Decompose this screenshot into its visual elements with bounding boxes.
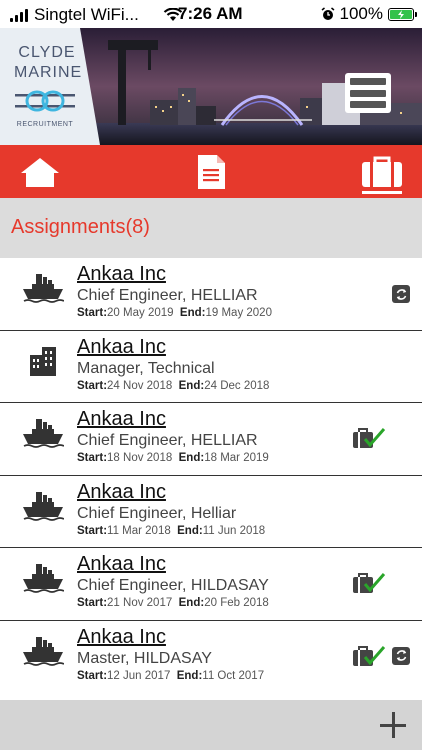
home-icon [21,157,59,187]
building-icon [22,345,64,377]
briefcase-icon [362,156,402,187]
company-link[interactable]: Ankaa Inc [77,626,166,649]
battery-icon [388,7,417,21]
end-label: End: [178,379,205,392]
start-date: 12 Jun 2017 [107,669,171,682]
start-label: Start: [77,597,108,609]
page-title: Assignments(8) [11,216,150,238]
end-date: 11 Oct 2017 [202,669,265,682]
assignment-dates: Start:18 Nov 2018 End:18 Mar 2019 [77,452,269,464]
assignment-role: Chief Engineer, HELLIAR [77,287,258,304]
start-label: Start: [77,524,108,537]
company-link[interactable]: Ankaa Inc [77,408,166,431]
tab-bar [0,145,422,198]
tab-home[interactable] [0,145,80,198]
brand-name-line1: CLYDE [18,44,76,61]
briefcase-check-icon [352,572,386,596]
list-item-partial [0,690,422,700]
end-date: 11 Jun 2018 [202,524,266,537]
sync-icon[interactable] [392,646,410,665]
bottom-toolbar [0,700,422,750]
active-tab-indicator [362,191,402,194]
end-date: 24 Dec 2018 [204,379,270,392]
assignment-dates: Start:12 Jun 2017 End:11 Oct 2017 [77,670,264,682]
status-bar: Singtel WiFi... 7:26 AM 100% [0,0,422,28]
document-icon [198,154,225,189]
briefcase-check-icon [352,427,386,451]
start-label: Start: [77,307,108,319]
assignment-list: Ankaa Inc Chief Engineer, HELLIAR Start:20… [0,258,422,693]
system-status: 100% [321,4,417,24]
company-link[interactable]: Ankaa Inc [77,481,166,504]
end-date: 20 Feb 2018 [204,597,269,609]
menu-icon [350,78,386,85]
start-date: 20 May 2019 [107,307,174,319]
tab-documents[interactable] [171,145,251,198]
list-item[interactable]: Ankaa Inc Master, HILDASAY Start:12 Jun 20… [0,620,422,693]
alarm-icon [321,7,334,20]
menu-button[interactable] [345,73,391,113]
assignment-role: Chief Engineer, HILDASAY [77,577,269,594]
brand-tagline: RECRUITMENT [16,121,74,128]
start-label: Start: [77,452,108,464]
company-link[interactable]: Ankaa Inc [77,263,166,286]
list-item[interactable]: Ankaa Inc Chief Engineer, HELLIAR Start:18… [0,403,422,476]
end-label: End: [178,597,205,609]
list-item[interactable]: Ankaa Inc Chief Engineer, HELLIAR Start:20… [0,258,422,331]
start-label: Start: [77,669,108,682]
ship-icon [22,562,65,594]
clock: 7:26 AM [178,4,243,23]
assignment-role: Master, HILDASAY [77,649,212,667]
end-date: 19 May 2020 [205,307,272,319]
end-label: End: [179,307,206,319]
ship-icon [22,635,65,667]
end-label: End: [178,452,205,464]
rope-knot-icon [15,90,75,112]
ship-icon [22,272,65,304]
carrier-info: Singtel WiFi... [10,5,183,25]
start-label: Start: [77,379,108,392]
ship-icon [22,417,65,449]
carrier-label: Singtel WiFi... [34,5,139,24]
sync-icon[interactable] [392,285,410,303]
start-date: 21 Nov 2017 [107,597,173,609]
assignment-dates: Start:24 Nov 2018 End:24 Dec 2018 [77,380,269,392]
assignment-role: Chief Engineer, Helliar [77,504,237,522]
briefcase-check-icon [352,645,386,669]
list-item[interactable]: Ankaa Inc Chief Engineer, Helliar Start:11… [0,475,422,548]
signal-icon [10,8,28,22]
assignment-dates: Start:20 May 2019 End:19 May 2020 [77,307,272,319]
start-date: 11 Mar 2018 [107,524,171,537]
company-link[interactable]: Ankaa Inc [77,336,166,359]
section-header: Assignments(8) [0,198,422,258]
end-label: End: [177,524,203,537]
company-link[interactable]: Ankaa Inc [77,553,166,576]
header-banner: CLYDE MARINE RECRUITMENT [0,28,422,145]
ship-icon [22,490,65,522]
battery-percent: 100% [339,4,383,23]
assignment-role: Manager, Technical [77,359,215,377]
end-date: 18 Mar 2019 [204,452,269,464]
end-label: End: [176,669,203,682]
add-icon[interactable] [378,710,408,740]
list-item[interactable]: Ankaa Inc Manager, Technical Start:24 Nov … [0,330,422,403]
start-date: 24 Nov 2018 [107,379,173,392]
start-date: 18 Nov 2018 [107,452,173,464]
assignment-dates: Start:11 Mar 2018 End:11 Jun 2018 [77,525,265,537]
list-item[interactable]: Ankaa Inc Chief Engineer, HILDASAY Start:2… [0,548,422,621]
brand-name-line2: MARINE [14,64,83,81]
assignment-dates: Start:21 Nov 2017 End:20 Feb 2018 [77,597,269,609]
assignment-role: Chief Engineer, HELLIAR [77,432,258,449]
